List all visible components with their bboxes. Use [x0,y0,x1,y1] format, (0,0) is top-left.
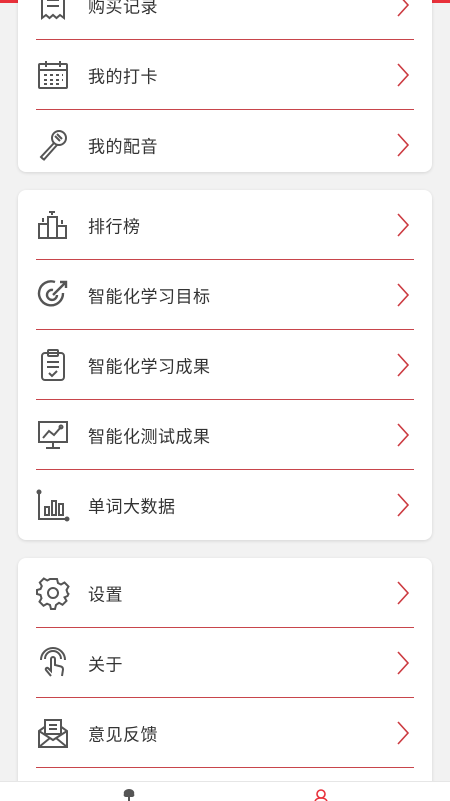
tree-icon[interactable] [121,788,137,801]
mail-icon [36,716,70,750]
menu-item-label: 购买记录 [88,0,158,18]
chevron-right-icon [397,0,410,17]
chevron-right-icon [397,133,410,157]
divider [36,767,414,768]
microphone-icon [36,128,70,162]
menu-item-feedback[interactable]: 意见反馈 [18,698,432,768]
chevron-right-icon [397,721,410,745]
menu-item-label: 我的配音 [88,137,158,158]
gear-icon [36,576,70,610]
menu-item-label: 排行榜 [88,217,141,238]
chevron-right-icon [397,63,410,87]
chart-monitor-icon [36,418,70,452]
menu-item-learning-goal[interactable]: 智能化学习目标 [18,260,432,330]
menu-item-my-dubbing[interactable]: 我的配音 [18,110,432,172]
menu-item-label: 智能化测试成果 [88,427,211,448]
target-icon [36,278,70,312]
card-records: 购买记录 我的打卡 我的配音 [18,0,432,172]
calendar-icon [36,58,70,92]
menu-item-settings[interactable]: 设置 [18,558,432,628]
menu-item-label: 关于 [88,655,123,676]
menu-item-ranking[interactable]: 排行榜 [18,190,432,260]
ranking-icon [36,208,70,242]
chevron-right-icon [397,493,410,517]
menu-item-test-result[interactable]: 智能化测试成果 [18,400,432,470]
menu-item-about[interactable]: 关于 [18,628,432,698]
chevron-right-icon [397,213,410,237]
chevron-right-icon [397,353,410,377]
menu-item-label: 意见反馈 [88,725,158,746]
chevron-right-icon [397,283,410,307]
menu-item-label: 智能化学习成果 [88,357,211,378]
menu-item-label: 我的打卡 [88,67,158,88]
chevron-right-icon [397,423,410,447]
touch-icon [36,646,70,680]
clipboard-icon [36,348,70,382]
card-settings: 设置 关于 意见反馈 [18,558,432,798]
menu-item-purchase-records[interactable]: 购买记录 [18,0,432,40]
menu-item-label: 设置 [88,585,123,606]
bar-chart-icon [36,488,70,522]
card-learning: 排行榜 智能化学习目标 智能化学习成果 智能化测试成果 单词大数据 [18,190,432,540]
receipt-icon [36,0,70,22]
chevron-right-icon [397,581,410,605]
menu-item-label: 单词大数据 [88,497,176,518]
menu-item-word-data[interactable]: 单词大数据 [18,470,432,540]
menu-item-learning-result[interactable]: 智能化学习成果 [18,330,432,400]
bottom-nav [0,781,450,801]
menu-item-my-checkin[interactable]: 我的打卡 [18,40,432,110]
user-icon[interactable] [313,788,329,801]
chevron-right-icon [397,651,410,675]
menu-item-label: 智能化学习目标 [88,287,211,308]
